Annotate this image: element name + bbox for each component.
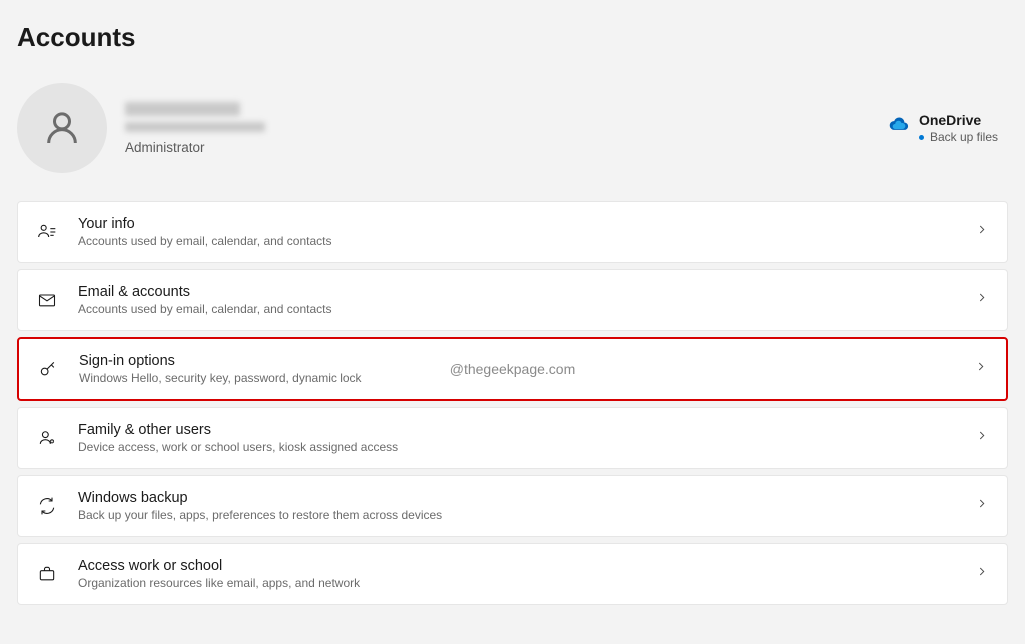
settings-list: Your info Accounts used by email, calend…	[0, 201, 1025, 605]
backup-icon	[36, 495, 58, 517]
item-title: Your info	[78, 216, 331, 232]
item-subtitle: Back up your files, apps, preferences to…	[78, 508, 442, 522]
profile-name-redacted	[125, 102, 240, 116]
item-title: Windows backup	[78, 490, 442, 506]
email-icon	[36, 289, 58, 311]
family-icon	[36, 427, 58, 449]
item-subtitle: Windows Hello, security key, password, d…	[79, 371, 362, 385]
avatar	[17, 83, 107, 173]
chevron-right-icon	[975, 497, 989, 516]
page-title: Accounts	[0, 0, 1025, 53]
chevron-right-icon	[975, 565, 989, 584]
item-windows-backup[interactable]: Windows backup Back up your files, apps,…	[17, 475, 1008, 537]
item-title: Family & other users	[78, 422, 398, 438]
profile-email-redacted	[125, 122, 265, 132]
item-title: Access work or school	[78, 558, 360, 574]
item-title: Email & accounts	[78, 284, 331, 300]
item-family-other-users[interactable]: Family & other users Device access, work…	[17, 407, 1008, 469]
item-title: Sign-in options	[79, 353, 362, 369]
item-email-accounts[interactable]: Email & accounts Accounts used by email,…	[17, 269, 1008, 331]
chevron-right-icon	[975, 223, 989, 242]
profile-left: Administrator	[17, 83, 265, 173]
your-info-icon	[36, 221, 58, 243]
profile-section: Administrator OneDrive Back up files	[0, 53, 1025, 201]
chevron-right-icon	[975, 291, 989, 310]
onedrive-status-dot	[919, 135, 924, 140]
chevron-right-icon	[975, 429, 989, 448]
profile-info: Administrator	[125, 102, 265, 155]
item-your-info[interactable]: Your info Accounts used by email, calend…	[17, 201, 1008, 263]
item-sign-in-options[interactable]: Sign-in options Windows Hello, security …	[17, 337, 1008, 401]
profile-role: Administrator	[125, 140, 265, 155]
onedrive-text: OneDrive Back up files	[919, 112, 998, 144]
chevron-right-icon	[974, 360, 988, 379]
onedrive-title: OneDrive	[919, 112, 998, 128]
onedrive-tile[interactable]: OneDrive Back up files	[887, 112, 1008, 144]
key-icon	[37, 358, 59, 380]
briefcase-icon	[36, 563, 58, 585]
watermark-text: @thegeekpage.com	[450, 361, 576, 377]
item-subtitle: Device access, work or school users, kio…	[78, 440, 398, 454]
item-subtitle: Accounts used by email, calendar, and co…	[78, 302, 331, 316]
item-access-work-school[interactable]: Access work or school Organization resou…	[17, 543, 1008, 605]
item-subtitle: Organization resources like email, apps,…	[78, 576, 360, 590]
onedrive-subtitle: Back up files	[930, 130, 998, 144]
item-subtitle: Accounts used by email, calendar, and co…	[78, 234, 331, 248]
onedrive-icon	[887, 116, 909, 131]
